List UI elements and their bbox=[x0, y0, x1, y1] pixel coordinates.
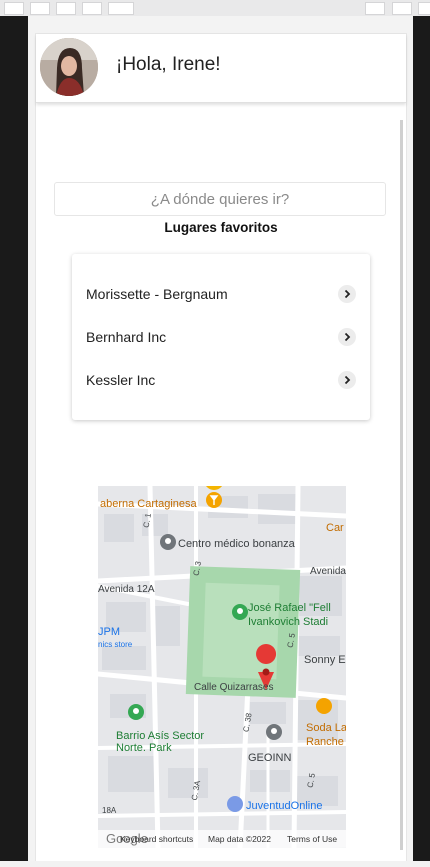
browser-bottom-strip bbox=[0, 861, 430, 867]
map-label: Sonny E bbox=[304, 654, 346, 666]
map-label: Barrio Asís Sector bbox=[116, 730, 205, 742]
chevron-right-icon[interactable] bbox=[338, 285, 356, 303]
favorite-item[interactable]: Morissette - Bergnaum bbox=[86, 279, 356, 309]
map-label: Ivankovich Stadi bbox=[248, 616, 329, 628]
chevron-right-icon[interactable] bbox=[338, 328, 356, 346]
favorites-title: Lugares favoritos bbox=[164, 220, 278, 235]
map-label: Centro médico bonanza bbox=[178, 538, 295, 550]
header: ¡Hola, Irene! bbox=[36, 34, 406, 103]
map-footer: Google Keyboard shortcuts Map data ©2022… bbox=[98, 830, 346, 848]
favorite-item[interactable]: Bernhard Inc bbox=[86, 322, 356, 352]
keyboard-shortcuts-link[interactable]: Keyboard shortcuts bbox=[120, 834, 193, 844]
map-label: Soda La bbox=[306, 722, 346, 734]
chevron-right-icon[interactable] bbox=[338, 371, 356, 389]
favorite-item-label: Bernhard Inc bbox=[86, 329, 167, 345]
map-label: Ranche bbox=[306, 736, 344, 748]
terms-of-use-link[interactable]: Terms of Use bbox=[287, 834, 337, 844]
browser-top-strip bbox=[0, 0, 430, 16]
map-label: nics store bbox=[98, 640, 133, 649]
map-label: José Rafael "Fell bbox=[248, 602, 331, 614]
map-data-text: Map data ©2022 bbox=[208, 834, 271, 844]
favorite-item-label: Morissette - Bergnaum bbox=[86, 286, 228, 302]
map-label: GEOINN bbox=[248, 752, 292, 764]
map-label: Calle Quizarrases bbox=[194, 682, 274, 693]
map-label: 18A bbox=[102, 806, 117, 815]
map-label: JPM bbox=[98, 626, 120, 638]
map-label: Norte. Park bbox=[116, 742, 172, 754]
map-label: Car bbox=[326, 522, 344, 534]
search-input[interactable] bbox=[54, 182, 386, 216]
greeting-title: ¡Hola, Irene! bbox=[116, 54, 221, 75]
map[interactable]: aberna Cartaginesa Centro médico bonanza… bbox=[98, 486, 346, 848]
map-label: Avenida 12A bbox=[98, 584, 155, 595]
favorite-item-label: Kessler Inc bbox=[86, 372, 156, 388]
avatar[interactable] bbox=[40, 38, 98, 96]
map-label: JuventudOnline bbox=[246, 800, 323, 812]
favorites-list: Morissette - Bergnaum Bernhard Inc Kessl… bbox=[72, 254, 370, 420]
map-label: aberna Cartaginesa bbox=[100, 498, 197, 510]
main-card: ¡Hola, Irene! Lugares favoritos Morisset… bbox=[36, 34, 406, 861]
app-frame: ¡Hola, Irene! Lugares favoritos Morisset… bbox=[28, 16, 413, 861]
map-label: Avenida bbox=[310, 566, 346, 577]
favorite-item[interactable]: Kessler Inc bbox=[86, 365, 356, 395]
